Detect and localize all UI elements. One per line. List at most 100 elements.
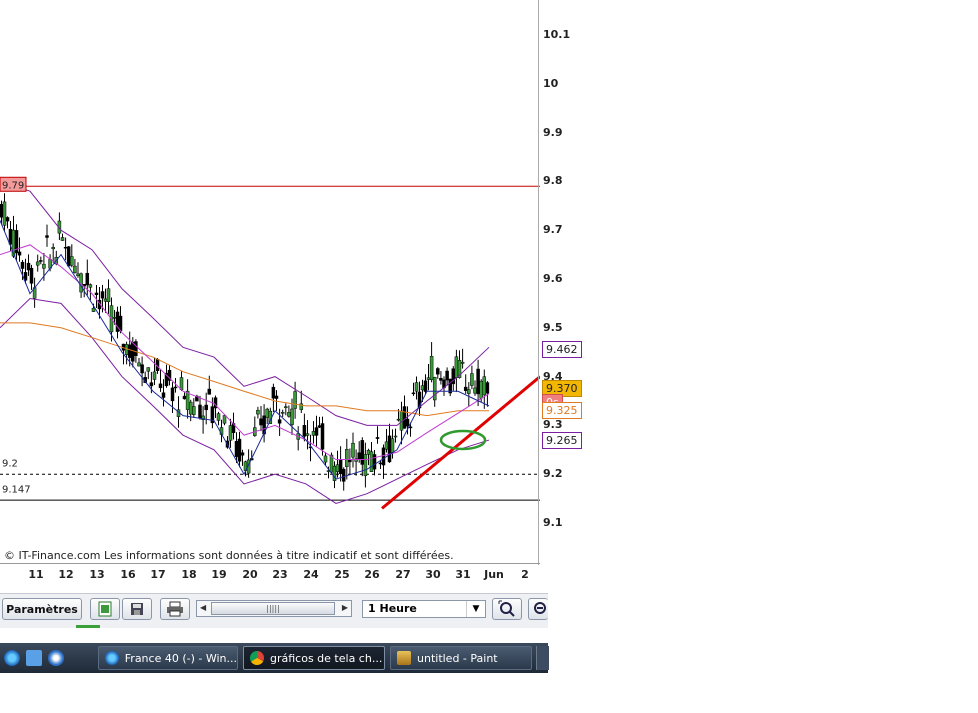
timeframe-value: 1 Heure (368, 602, 417, 615)
candle-body (479, 380, 483, 399)
date-tick-label: 26 (364, 568, 380, 581)
candle-body (29, 267, 34, 284)
candle-body (152, 371, 157, 380)
candle-body (378, 462, 383, 465)
candle-body (2, 201, 7, 226)
windows-taskbar: France 40 (-) - Win... gráficos de tela … (0, 643, 549, 673)
candle-body (63, 246, 68, 249)
candle-body (127, 344, 132, 358)
candle-body (320, 423, 325, 450)
candle-body (420, 385, 425, 391)
timeframe-select[interactable]: 1 Heure ▼ (362, 600, 486, 618)
chrome-icon (250, 651, 264, 665)
candle-body (302, 425, 307, 437)
price-tick-label: 10 (543, 76, 559, 90)
price-tick-label: 9.8 (543, 174, 563, 188)
candle-body (363, 454, 368, 476)
price-tick-label: 9.2 (543, 467, 563, 481)
taskbar-item-label: France 40 (-) - Win... (124, 651, 237, 665)
candle-body (357, 452, 361, 460)
candle-body (26, 262, 31, 271)
candle-body (411, 392, 416, 395)
candle-body (314, 427, 319, 436)
taskbar-item-label: gráficos de tela ch... (270, 651, 383, 665)
taskbar-item-chrome[interactable]: gráficos de tela ch... (243, 646, 385, 670)
candle-body (305, 433, 310, 436)
candle-body (179, 377, 184, 390)
internet-explorer-icon (105, 651, 119, 665)
candle-body (423, 380, 428, 392)
candle-body (234, 441, 239, 457)
candle-body (73, 265, 77, 273)
candle-body (265, 408, 269, 418)
print-button[interactable] (160, 598, 190, 620)
date-axis: 11 12 13 16 17 18 19 20 23 24 25 26 27 30 31 Jun 2 (0, 563, 540, 586)
taskbar-item-paint[interactable]: untitled - Paint (390, 646, 532, 670)
candle-body (146, 367, 151, 372)
date-tick-label: 20 (242, 568, 258, 581)
candle-body (131, 341, 135, 362)
candle-body (140, 364, 144, 374)
price-tag-lower-band: 9.265 (542, 432, 582, 449)
candle-body (311, 431, 316, 436)
copyright-text: © IT-Finance.com Les informations sont d… (4, 549, 454, 562)
date-tick-label: 19 (211, 568, 227, 581)
scroll-right-arrow-icon[interactable]: ▶ (342, 603, 348, 612)
taskbar-item-france40[interactable]: France 40 (-) - Win... (98, 646, 238, 670)
internet-explorer-icon[interactable] (4, 650, 20, 666)
save-button[interactable] (122, 598, 152, 620)
candle-body (274, 395, 279, 399)
timeline-scrollbar[interactable]: ◀ ||||| ▶ (196, 600, 352, 617)
candle-body (51, 247, 55, 250)
date-tick-label: 13 (89, 568, 105, 581)
candle-body (20, 261, 25, 269)
date-tick-label: 11 (28, 568, 44, 581)
candle-body (293, 391, 297, 409)
chart-plot-area[interactable]: 9.79 9.2 9.147 © IT-Finance.com Les inform… (0, 0, 540, 562)
scroll-left-arrow-icon[interactable]: ◀ (200, 603, 206, 612)
taskbar-item-label: untitled - Paint (417, 651, 498, 665)
candle-body (161, 392, 166, 398)
candle-body (381, 447, 386, 466)
zoom-out-button[interactable] (528, 598, 548, 620)
price-tick-label: 9.9 (543, 125, 563, 139)
candle-body (432, 376, 437, 401)
outlook-icon[interactable] (26, 650, 42, 666)
export-button[interactable] (90, 598, 120, 620)
candle-body (42, 263, 46, 269)
candle-body (463, 386, 468, 391)
params-button[interactable]: Paramètres (2, 598, 82, 620)
price-tick-label: 9.1 (543, 516, 563, 529)
candle-body (445, 370, 449, 381)
candle-body (149, 382, 154, 387)
candle-body (372, 454, 377, 470)
price-tag-ma: 9.325 (542, 402, 582, 419)
date-tick-label: 18 (181, 568, 197, 581)
candle-body (317, 425, 322, 428)
media-player-icon[interactable] (48, 650, 64, 666)
candle-body (222, 415, 227, 424)
zoom-fit-button[interactable] (492, 598, 522, 620)
price-chart: 9.79 9.2 9.147 (0, 176, 540, 510)
candle-body (91, 307, 96, 312)
chevron-down-icon: ▼ (466, 601, 485, 617)
candle-body (134, 341, 138, 356)
candle-body (182, 395, 187, 400)
scrollbar-thumb[interactable]: ||||| (211, 602, 335, 615)
chart-toolbar: Paramètres ◀ ||||| ▶ 1 Heure ▼ (0, 593, 548, 628)
spreadsheet-icon (98, 601, 112, 617)
candle-body (280, 412, 285, 414)
candle-body (100, 291, 105, 299)
candle-body (228, 425, 233, 441)
candle-body (460, 361, 465, 364)
paint-icon (397, 651, 411, 665)
candle-body (323, 455, 328, 463)
candle-body (271, 386, 276, 399)
candle-body (396, 418, 401, 421)
candle-body (476, 368, 480, 395)
price-tick-label: 9.7 (543, 223, 563, 237)
candle-body (408, 426, 413, 429)
candle-body (375, 437, 380, 439)
date-tick-label: 30 (425, 568, 441, 581)
support-dashed-label: 9.2 (2, 458, 18, 469)
